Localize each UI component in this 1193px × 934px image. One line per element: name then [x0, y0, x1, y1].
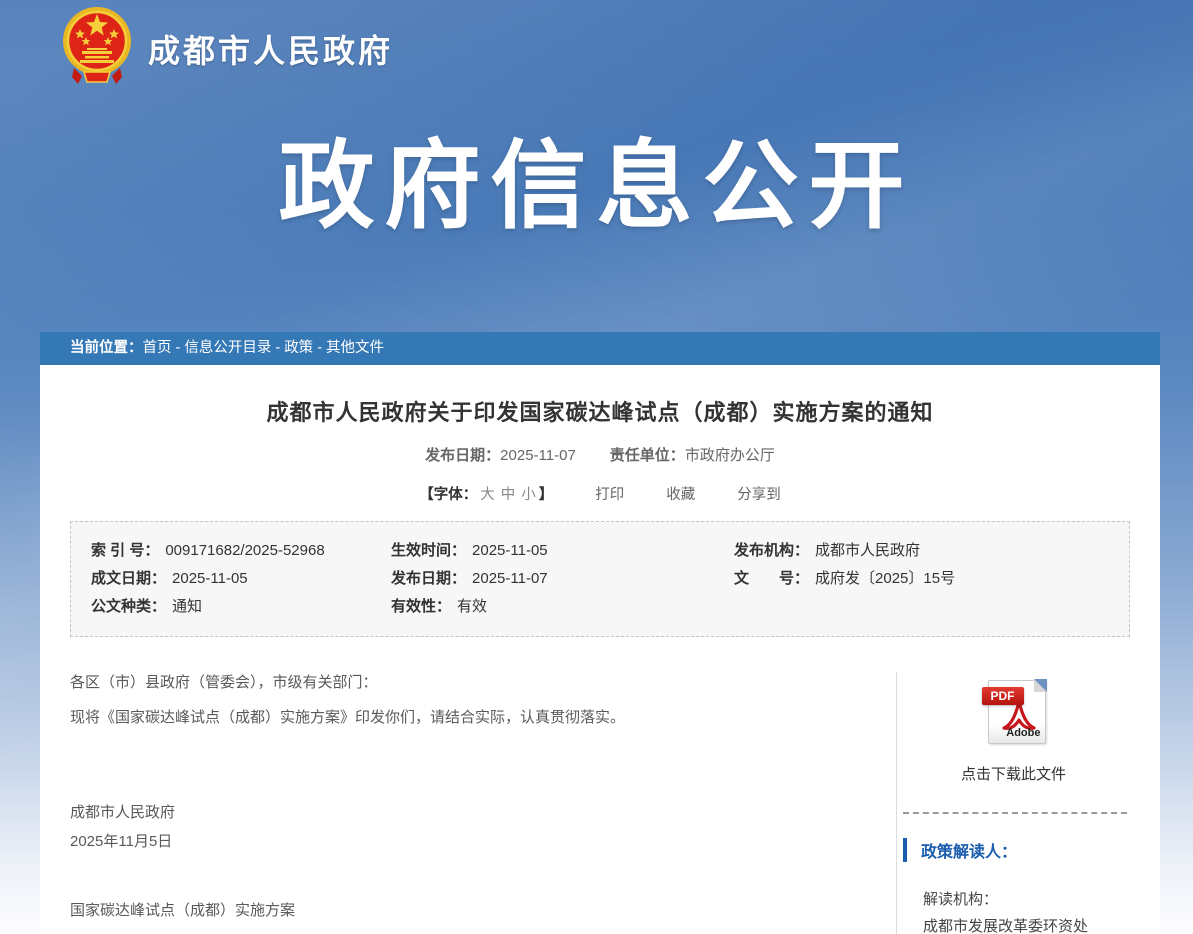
site-name: 成都市人民政府 [148, 26, 393, 72]
document-meta-box: 索 引 号：009171682/2025-52968 成文日期：2025-11-… [70, 521, 1130, 637]
publish-date-value: 2025-11-07 [500, 447, 576, 464]
breadcrumb-separator: - [172, 340, 185, 356]
signature-date: 2025年11月5日 [70, 831, 856, 852]
banner-title: 政府信息公开 [0, 108, 1193, 247]
print-button[interactable]: 打印 [595, 487, 624, 503]
toolbar: 【字体：大中小】 打印 收藏 分享到 [40, 483, 1160, 504]
pdf-folded-corner-icon [1034, 679, 1047, 692]
download-file-link[interactable]: 点击下载此文件 [899, 763, 1128, 784]
breadcrumb-separator: - [271, 340, 284, 356]
meta-column-1: 索 引 号：009171682/2025-52968 成文日期：2025-11-… [91, 537, 391, 621]
pdf-file-icon[interactable]: PDF Adobe [982, 680, 1046, 742]
pdf-download: PDF Adobe 点击下载此文件 [899, 680, 1128, 784]
meta-column-2: 生效时间：2025-11-05 发布日期：2025-11-07 有效性：有效 [391, 537, 734, 621]
interpret-agency-block: 解读机构： 成都市发展改革委环资处 解读人： [923, 886, 1128, 934]
body-paragraph: 各区（市）县政府（管委会），市级有关部门： [70, 672, 856, 693]
breadcrumb: 当前位置：首页-信息公开目录-政策-其他文件 [40, 332, 1160, 365]
main-row: 各区（市）县政府（管委会），市级有关部门： 现将《国家碳达峰试点（成都）实施方案… [40, 672, 1160, 934]
signature-block: 成都市人民政府 2025年11月5日 [70, 802, 856, 852]
page: 成都市人民政府 政府信息公开 当前位置：首页-信息公开目录-政策-其他文件 成都… [0, 0, 1193, 934]
body-paragraph: 现将《国家碳达峰试点（成都）实施方案》印发你们，请结合实际，认真贯彻落实。 [70, 707, 856, 728]
meta-field-validity: 有效性：有效 [391, 593, 734, 621]
document-title: 成都市人民政府关于印发国家碳达峰试点（成都）实施方案的通知 [80, 395, 1120, 427]
font-size-large-button[interactable]: 大 [477, 487, 498, 503]
breadcrumb-separator: - [313, 340, 326, 356]
national-emblem-icon [60, 4, 134, 86]
breadcrumb-label: 当前位置： [70, 340, 143, 356]
content-card: 成都市人民政府关于印发国家碳达峰试点（成都）实施方案的通知 发布日期：2025-… [40, 365, 1160, 934]
meta-field-written-date: 成文日期：2025-11-05 [91, 565, 391, 593]
meta-field-index-number: 索 引 号：009171682/2025-52968 [91, 537, 391, 565]
meta-field-effective-date: 生效时间：2025-11-05 [391, 537, 734, 565]
share-button[interactable]: 分享到 [737, 487, 781, 503]
breadcrumb-item-directory[interactable]: 信息公开目录 [184, 340, 271, 356]
meta-field-issuing-agency: 发布机构：成都市人民政府 [734, 537, 1129, 565]
adobe-brand-label: Adobe [1006, 727, 1040, 739]
publish-date-label: 发布日期： [425, 447, 500, 464]
policy-interpreter-heading: 政策解读人： [903, 838, 1128, 862]
font-label-open: 【字体： [419, 487, 477, 503]
unit-label: 责任单位： [610, 447, 685, 464]
interpret-agency-label: 解读机构： [923, 886, 1128, 913]
unit-value: 市政府办公厅 [685, 447, 775, 464]
font-size-small-button[interactable]: 小 [518, 487, 539, 503]
breadcrumb-item-other-docs[interactable]: 其他文件 [326, 340, 384, 356]
font-size-medium-button[interactable]: 中 [498, 487, 519, 503]
pdf-badge: PDF [982, 687, 1024, 705]
meta-field-publish-date: 发布日期：2025-11-07 [391, 565, 734, 593]
meta-column-3: 发布机构：成都市人民政府 文 号：成府发〔2025〕15号 [734, 537, 1129, 621]
font-label-close: 】 [539, 487, 554, 503]
favorite-button[interactable]: 收藏 [666, 487, 695, 503]
meta-field-doc-number: 文 号：成府发〔2025〕15号 [734, 565, 1129, 593]
sidebar-dashed-divider [903, 812, 1127, 814]
document-meta-line: 发布日期：2025-11-07 责任单位：市政府办公厅 [40, 444, 1160, 465]
interpret-agency-name: 成都市发展改革委环资处 [923, 913, 1128, 934]
attachment-title: 国家碳达峰试点（成都）实施方案 [70, 900, 856, 921]
breadcrumb-item-home[interactable]: 首页 [143, 340, 172, 356]
meta-field-doc-type: 公文种类：通知 [91, 593, 391, 621]
sidebar: PDF Adobe 点击下载此文件 政策解读人： 解读机构： 成都市发展改革委环… [896, 672, 1160, 934]
signature-agency: 成都市人民政府 [70, 802, 856, 823]
breadcrumb-item-policy[interactable]: 政策 [284, 340, 313, 356]
document-body: 各区（市）县政府（管委会），市级有关部门： 现将《国家碳达峰试点（成都）实施方案… [40, 672, 896, 934]
